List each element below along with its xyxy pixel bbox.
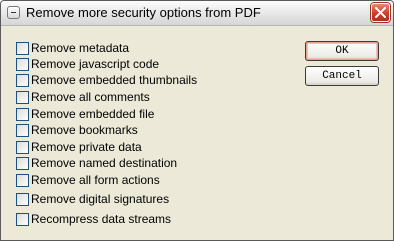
option-label: Remove private data (31, 140, 142, 154)
checkbox[interactable] (16, 42, 29, 55)
option-label: Remove all form actions (31, 173, 160, 187)
option-label: Recompress data streams (31, 212, 172, 226)
option-label: Remove embedded thumbnails (31, 73, 198, 87)
option-label: Remove bookmarks (31, 123, 138, 137)
checkbox[interactable] (16, 157, 29, 170)
close-icon (375, 7, 386, 18)
option-label: Remove embedded file (31, 107, 155, 121)
checkbox[interactable] (16, 124, 29, 137)
ok-button[interactable]: OK (305, 41, 379, 61)
option-label: Remove named destination (31, 156, 178, 170)
option-label: Remove javascript code (31, 57, 160, 71)
checkbox[interactable] (16, 193, 29, 206)
title-bar[interactable]: Remove more security options from PDF (1, 1, 393, 26)
system-menu-icon[interactable] (7, 6, 20, 19)
window-title: Remove more security options from PDF (26, 5, 261, 20)
checkbox[interactable] (16, 141, 29, 154)
checkbox[interactable] (16, 174, 29, 187)
cancel-button[interactable]: Cancel (305, 66, 379, 86)
option-label: Remove digital signatures (31, 192, 170, 206)
close-button[interactable] (371, 3, 390, 22)
checkbox[interactable] (16, 91, 29, 104)
checkbox[interactable] (16, 108, 29, 121)
checkbox[interactable] (16, 74, 29, 87)
option-label: Remove metadata (31, 41, 130, 55)
dialog-window: Remove more security options from PDF Re… (0, 0, 394, 241)
checkbox[interactable] (16, 213, 29, 226)
checkbox[interactable] (16, 58, 29, 71)
option-label: Remove all comments (31, 90, 150, 104)
